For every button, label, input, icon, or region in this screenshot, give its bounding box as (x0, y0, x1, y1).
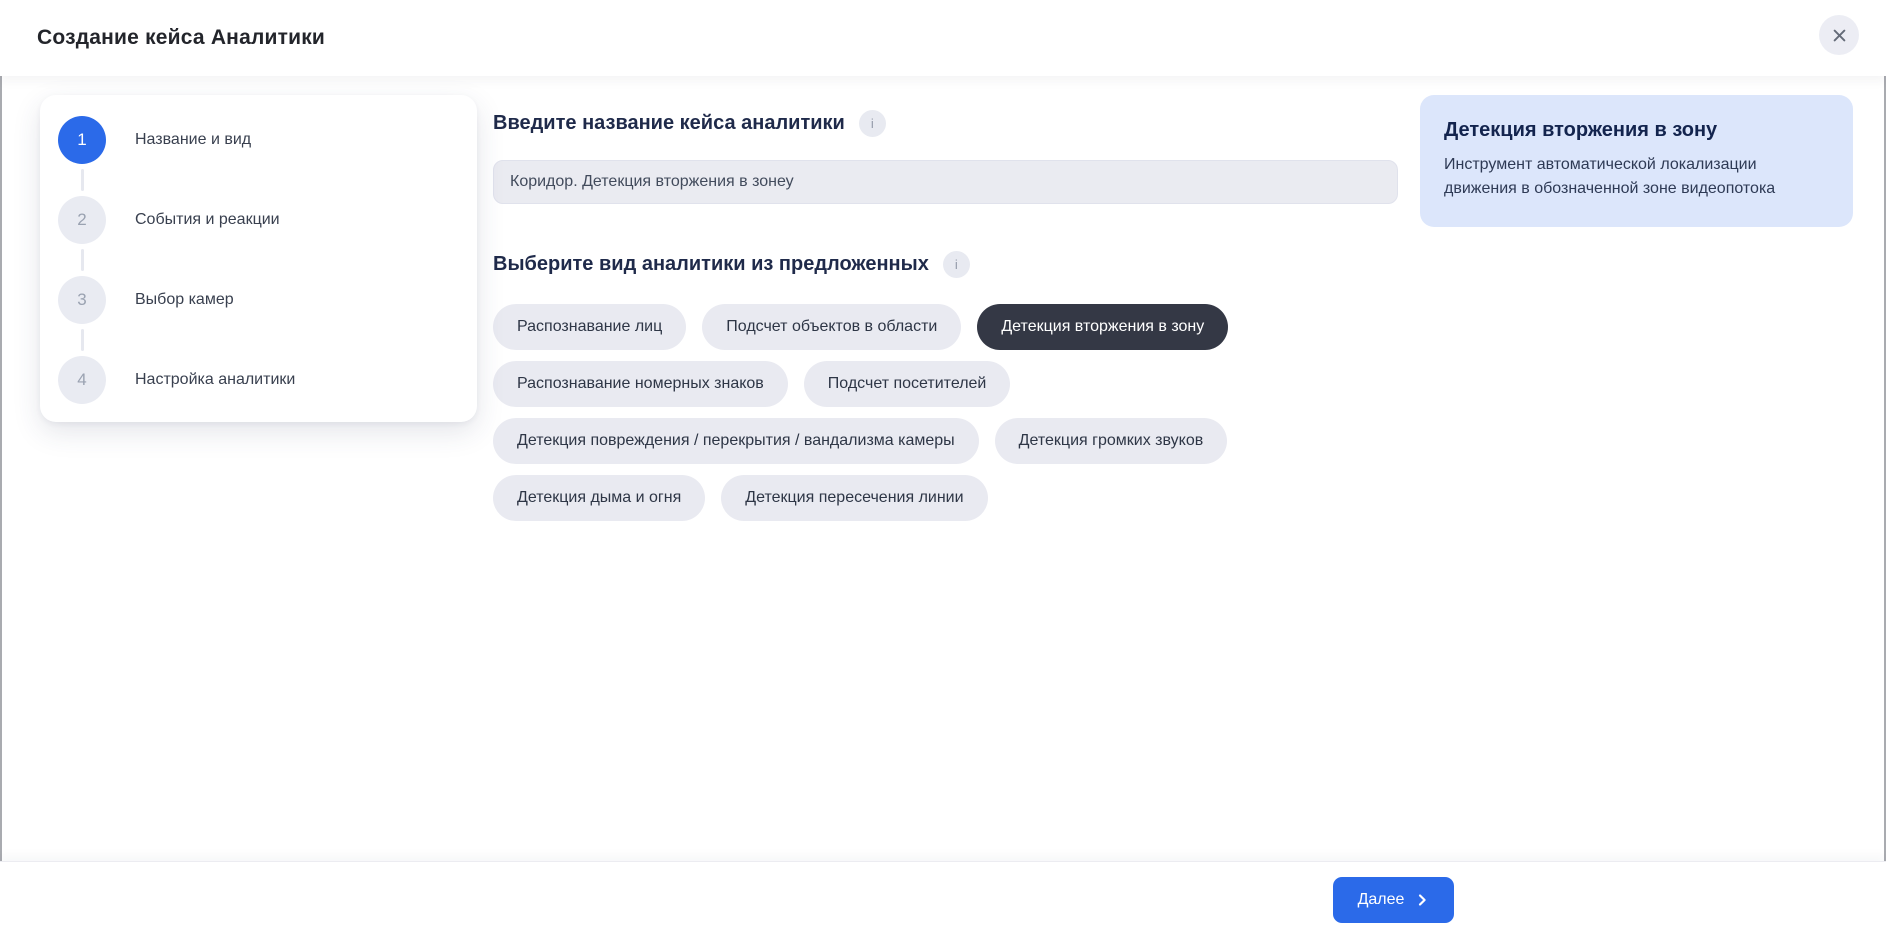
dialog-footer: Далее (0, 861, 1886, 936)
analytics-type-chip[interactable]: Подсчет объектов в области (702, 304, 961, 350)
step-label: Название и вид (135, 131, 251, 149)
analytics-type-chip[interactable]: Детекция повреждения / перекрытия / ванд… (493, 418, 979, 464)
analytics-type-chip[interactable]: Подсчет посетителей (804, 361, 1011, 407)
step-number-badge: 4 (58, 356, 106, 404)
dialog-header: Создание кейса Аналитики (0, 0, 1886, 76)
case-name-input[interactable] (493, 160, 1398, 204)
close-button[interactable] (1819, 15, 1859, 55)
stepper-step[interactable]: 3 Выбор камер (58, 276, 477, 324)
analytics-type-title: Выберите вид аналитики из предложенных (493, 253, 929, 276)
info-panel-description: Инструмент автоматической локализации дв… (1444, 153, 1829, 201)
next-button[interactable]: Далее (1333, 877, 1454, 923)
step-connector (58, 324, 106, 356)
analytics-type-chip[interactable]: Детекция пересечения линии (721, 475, 987, 521)
analytics-type-section-header: Выберите вид аналитики из предложенных i (493, 250, 1398, 278)
step-label: События и реакции (135, 211, 280, 229)
case-name-section-header: Введите название кейса аналитики i (493, 109, 1398, 137)
stepper-step[interactable]: 2 События и реакции (58, 196, 477, 244)
info-panel-title: Детекция вторжения в зону (1444, 119, 1829, 142)
analytics-type-options: Распознавание лиц Подсчет объектов в обла… (493, 304, 1398, 521)
dialog-title: Создание кейса Аналитики (37, 26, 325, 50)
analytics-type-row: Детекция повреждения / перекрытия / ванд… (493, 418, 1398, 464)
analytics-type-chip[interactable]: Распознавание номерных знаков (493, 361, 788, 407)
analytics-type-row: Распознавание номерных знаков Подсчет пос… (493, 361, 1398, 407)
main-form: Введите название кейса аналитики i Выбер… (493, 95, 1398, 521)
analytics-type-chip[interactable]: Распознавание лиц (493, 304, 686, 350)
create-analytics-case-dialog: Создание кейса Аналитики 1 Название и вид… (0, 0, 1886, 936)
stepper-steps: 1 Название и вид 2 События и реакции 3 Выбор … (58, 116, 477, 404)
analytics-type-chip[interactable]: Детекция вторжения в зону (977, 304, 1228, 350)
step-number-badge: 1 (58, 116, 106, 164)
stepper-step[interactable]: 1 Название и вид (58, 116, 477, 164)
step-number-badge: 3 (58, 276, 106, 324)
step-connector (58, 244, 106, 276)
stepper: 1 Название и вид 2 События и реакции 3 Выбор … (40, 95, 477, 422)
chevron-right-icon (1415, 893, 1429, 907)
info-panel: Детекция вторжения в зону Инструмент авт… (1420, 95, 1853, 227)
analytics-type-chip[interactable]: Детекция громких звуков (995, 418, 1228, 464)
info-icon[interactable]: i (859, 110, 886, 137)
analytics-type-chip[interactable]: Детекция дыма и огня (493, 475, 705, 521)
case-name-title: Введите название кейса аналитики (493, 112, 845, 135)
analytics-type-row: Распознавание лиц Подсчет объектов в обла… (493, 304, 1398, 350)
step-label: Выбор камер (135, 291, 234, 309)
step-connector (58, 164, 106, 196)
close-icon (1831, 27, 1848, 44)
info-icon[interactable]: i (943, 251, 970, 278)
stepper-step[interactable]: 4 Настройка аналитики (58, 356, 477, 404)
step-number-badge: 2 (58, 196, 106, 244)
step-label: Настройка аналитики (135, 371, 295, 389)
analytics-type-row: Детекция дыма и огня Детекция пересечения… (493, 475, 1398, 521)
next-button-label: Далее (1358, 891, 1405, 909)
